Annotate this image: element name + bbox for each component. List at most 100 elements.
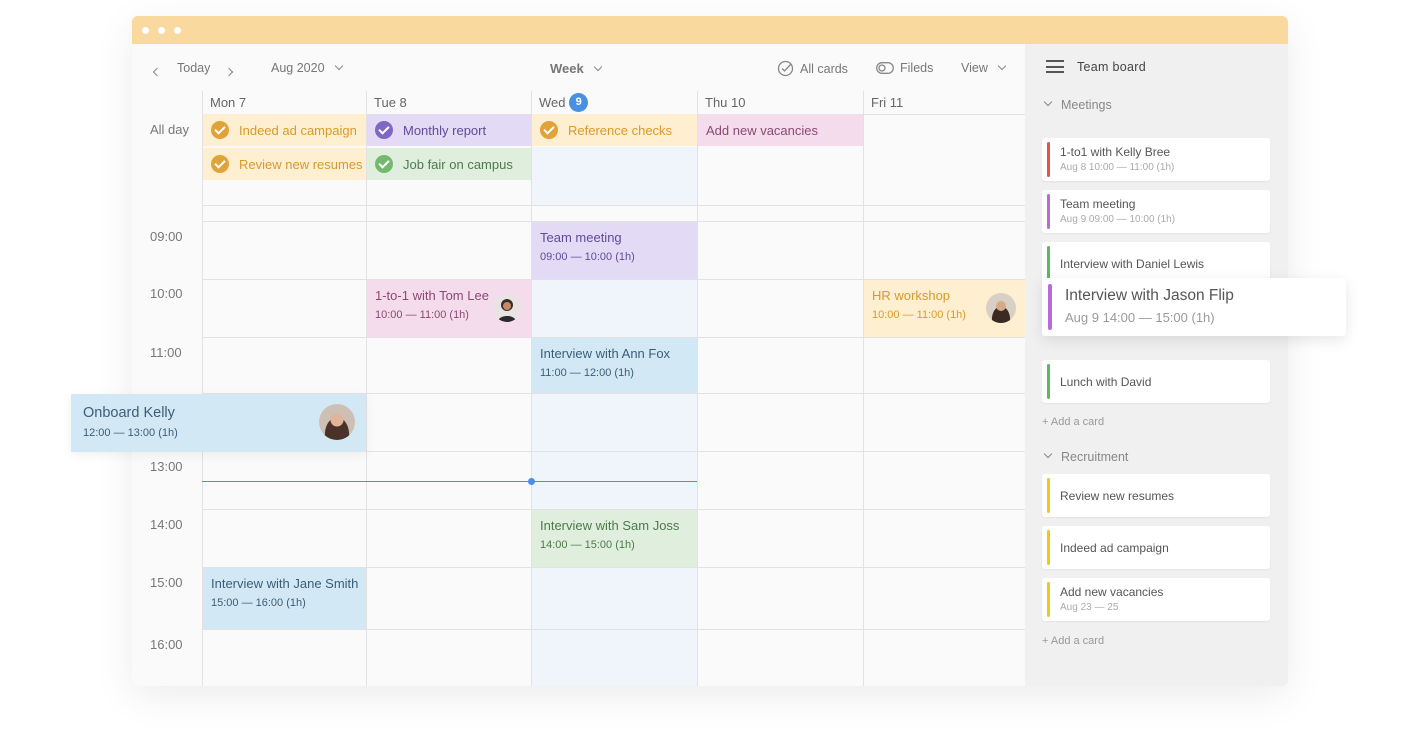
chevron-down-icon xyxy=(594,62,603,72)
section-header-recruitment[interactable]: Recruitment xyxy=(1043,449,1128,464)
day-header-thu[interactable]: Thu 10 xyxy=(697,91,863,115)
card-color-bar xyxy=(1047,582,1050,617)
event-title: Interview with Ann Fox xyxy=(540,346,671,361)
titlebar xyxy=(132,16,1288,44)
card-color-bar xyxy=(1048,284,1052,330)
allday-event-title: Add new vacancies xyxy=(706,122,819,138)
current-time-line xyxy=(202,481,697,482)
avatar xyxy=(319,404,355,440)
day-header-tue[interactable]: Tue 8 xyxy=(366,91,531,115)
check-icon xyxy=(211,121,229,139)
card-subtitle: Aug 8 10:00 — 11:00 (1h) xyxy=(1060,162,1175,173)
grid-line xyxy=(697,91,698,686)
card-title: 1-to1 with Kelly Bree xyxy=(1060,145,1171,159)
person-icon xyxy=(324,413,350,440)
allday-event-title: Indeed ad campaign xyxy=(239,122,357,138)
view-mode-selector[interactable]: Week xyxy=(550,61,603,76)
card-color-bar xyxy=(1047,364,1050,399)
card-subtitle: Aug 9 09:00 — 10:00 (1h) xyxy=(1060,214,1176,225)
allday-event[interactable]: Monthly report xyxy=(367,114,531,146)
calendar-event[interactable]: Team meeting 09:00 — 10:00 (1h) xyxy=(532,222,697,279)
calendar-event[interactable]: 1-to-1 with Tom Lee 10:00 — 11:00 (1h) xyxy=(367,280,531,337)
team-board-sidebar: Team board Meetings 1-to1 with Kelly Bre… xyxy=(1025,44,1288,686)
time-label: 11:00 xyxy=(150,345,182,360)
board-card[interactable]: Lunch with David xyxy=(1042,360,1270,403)
current-time-dot xyxy=(528,478,535,485)
event-title: Onboard Kelly xyxy=(83,405,175,421)
add-card-button[interactable]: + Add a card xyxy=(1042,635,1104,647)
card-color-bar xyxy=(1047,142,1050,177)
allday-event[interactable]: Review new resumes xyxy=(203,148,366,180)
event-time: 11:00 — 12:00 (1h) xyxy=(540,367,634,379)
card-title: Add new vacancies xyxy=(1060,585,1164,599)
calendar-event[interactable]: Interview with Ann Fox 11:00 — 12:00 (1h… xyxy=(532,338,697,393)
time-label: 09:00 xyxy=(150,229,183,244)
day-header-mon[interactable]: Mon 7 xyxy=(202,91,366,115)
board-card[interactable]: Indeed ad campaign xyxy=(1042,526,1270,569)
all-cards-button[interactable]: All cards xyxy=(777,60,848,78)
dragged-calendar-event[interactable]: Onboard Kelly 12:00 — 13:00 (1h) xyxy=(71,394,366,452)
check-icon xyxy=(375,121,393,139)
check-icon xyxy=(375,155,393,173)
grid-line xyxy=(202,629,1025,630)
next-week-button[interactable] xyxy=(224,64,234,78)
card-title: Lunch with David xyxy=(1060,375,1152,389)
month-selector[interactable]: Aug 2020 xyxy=(271,61,344,75)
card-color-bar xyxy=(1047,530,1050,565)
section-header-meetings[interactable]: Meetings xyxy=(1043,97,1112,112)
all-cards-label: All cards xyxy=(800,61,848,76)
time-label: 13:00 xyxy=(150,459,183,474)
person-icon xyxy=(991,301,1011,323)
day-header-wed[interactable]: Wed 9 xyxy=(531,91,697,115)
fields-button[interactable]: Fileds xyxy=(876,61,933,75)
allday-event[interactable]: Add new vacancies xyxy=(698,114,863,146)
menu-icon[interactable] xyxy=(1046,60,1064,73)
day-header-fri[interactable]: Fri 11 xyxy=(863,91,1025,115)
card-color-bar xyxy=(1047,246,1050,281)
chevron-down-icon xyxy=(334,61,344,71)
time-label: 15:00 xyxy=(150,575,183,590)
fields-label: Fileds xyxy=(900,61,934,75)
today-column xyxy=(531,221,697,686)
section-title: Meetings xyxy=(1061,98,1112,112)
allday-event[interactable]: Reference checks xyxy=(532,114,697,146)
allday-event-title: Reference checks xyxy=(568,122,673,138)
chevron-down-icon xyxy=(998,61,1007,71)
card-color-bar xyxy=(1047,194,1050,229)
toggle-icon xyxy=(876,61,894,74)
window-dot-icon[interactable] xyxy=(158,27,165,34)
board-card[interactable]: Review new resumes xyxy=(1042,474,1270,517)
allday-event[interactable]: Job fair on campus xyxy=(367,148,531,180)
chevron-down-icon xyxy=(1043,97,1053,107)
time-label: 14:00 xyxy=(150,517,183,532)
event-time: 15:00 — 16:00 (1h) xyxy=(211,597,306,609)
calendar-event[interactable]: Interview with Jane Smith 15:00 — 16:00 … xyxy=(203,568,366,629)
day-label: Wed xyxy=(539,95,566,110)
allday-event-title: Monthly report xyxy=(403,122,487,138)
window-dot-icon[interactable] xyxy=(142,27,149,34)
today-badge: 9 xyxy=(569,93,589,113)
avatar xyxy=(986,293,1016,323)
dragged-board-card[interactable]: Interview with Jason Flip Aug 9 14:00 — … xyxy=(1042,278,1346,336)
prev-week-button[interactable] xyxy=(152,64,162,78)
check-circle-icon xyxy=(777,60,794,77)
add-card-button[interactable]: + Add a card xyxy=(1042,416,1104,428)
calendar-event[interactable]: HR workshop 10:00 — 11:00 (1h) xyxy=(864,280,1025,337)
board-card[interactable]: Team meeting Aug 9 09:00 — 10:00 (1h) xyxy=(1042,190,1270,233)
card-title: Indeed ad campaign xyxy=(1060,541,1169,555)
chevron-right-icon xyxy=(224,67,234,77)
allday-event[interactable]: Indeed ad campaign xyxy=(203,114,366,146)
card-subtitle: Aug 23 — 25 xyxy=(1060,602,1119,613)
event-time: 09:00 — 10:00 (1h) xyxy=(540,251,635,263)
event-title: Interview with Sam Joss xyxy=(540,518,680,533)
board-card[interactable]: 1-to1 with Kelly Bree Aug 8 10:00 — 11:0… xyxy=(1042,138,1270,181)
person-icon xyxy=(498,299,516,322)
event-title: Interview with Jane Smith xyxy=(211,576,359,591)
view-button[interactable]: View xyxy=(961,61,1007,75)
calendar-event[interactable]: Interview with Sam Joss 14:00 — 15:00 (1… xyxy=(532,510,697,567)
today-button[interactable]: Today xyxy=(177,61,210,75)
board-card[interactable]: Add new vacancies Aug 23 — 25 xyxy=(1042,578,1270,621)
window-dot-icon[interactable] xyxy=(174,27,181,34)
check-icon xyxy=(211,155,229,173)
event-time: 12:00 — 13:00 (1h) xyxy=(83,427,178,439)
